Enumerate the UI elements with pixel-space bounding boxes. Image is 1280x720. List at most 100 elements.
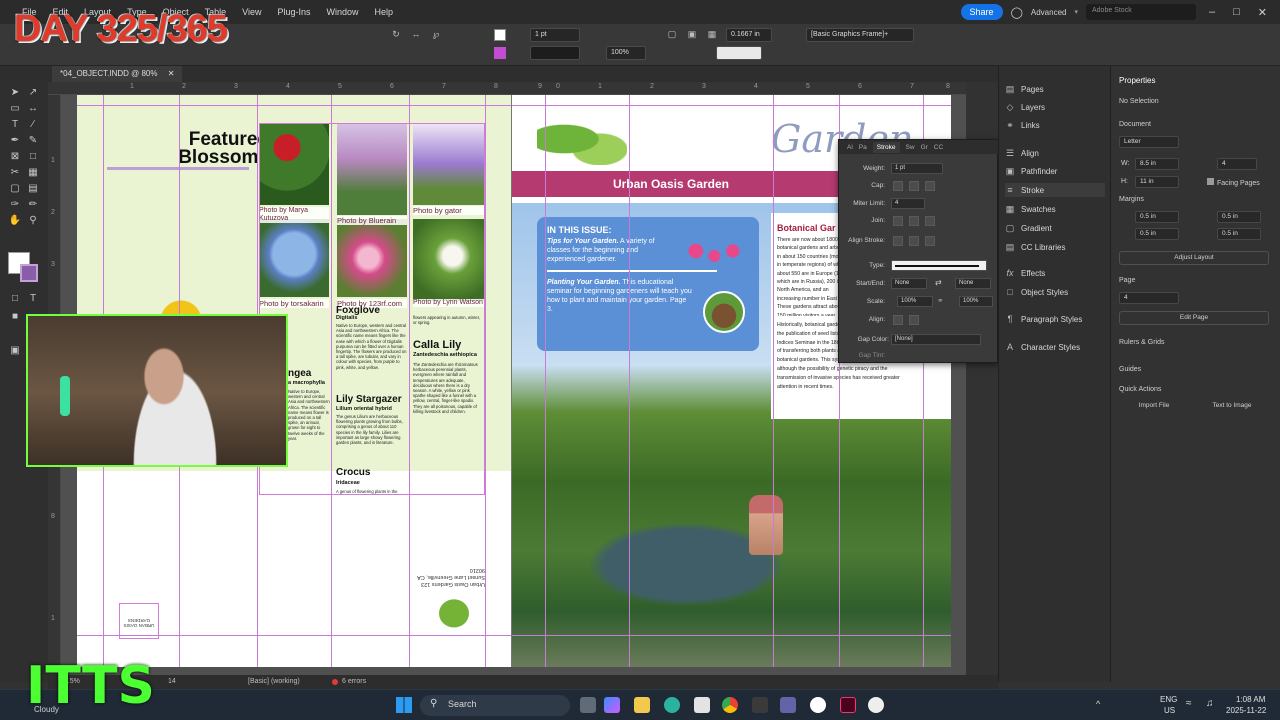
end-select[interactable]: None xyxy=(955,278,991,289)
fitting-field[interactable] xyxy=(716,46,762,60)
panel-effects[interactable]: fx Effects xyxy=(1005,266,1045,280)
selection-tool-icon[interactable]: ➤ xyxy=(8,86,22,100)
tab-gradient-short[interactable]: Gr xyxy=(921,144,928,151)
music-icon[interactable] xyxy=(810,697,826,713)
pencil-tool-icon[interactable]: ✎ xyxy=(26,134,40,148)
page-number-field[interactable]: 14 xyxy=(168,678,176,685)
menu-plug-ins[interactable]: Plug-Ins xyxy=(269,7,318,17)
clock-time[interactable]: 1:08 AM xyxy=(1236,695,1265,704)
menu-window[interactable]: Window xyxy=(319,7,367,17)
apply-color-icon[interactable]: ■ xyxy=(8,310,22,324)
gap-color-select[interactable]: [None] xyxy=(891,334,981,345)
link-icon[interactable]: ⚭ xyxy=(937,296,944,305)
formatting-container-icon[interactable]: □ xyxy=(8,292,22,306)
gutter-field[interactable]: 0.1667 in xyxy=(726,28,772,42)
align-inside-icon[interactable] xyxy=(909,236,919,246)
rectangle-frame-tool-icon[interactable]: ⊠ xyxy=(8,150,22,164)
panel-align[interactable]: ☰ Align xyxy=(1005,146,1039,160)
menu-view[interactable]: View xyxy=(234,7,269,17)
margin-left-field[interactable]: 0.5 in xyxy=(1217,228,1261,240)
stroke-box-icon[interactable] xyxy=(20,264,38,282)
tab-swatches-short[interactable]: Sw xyxy=(906,144,915,151)
butt-cap-icon[interactable] xyxy=(893,181,903,191)
weight-field[interactable]: 1 pt xyxy=(891,163,943,174)
file-explorer-icon[interactable] xyxy=(634,697,650,713)
rectangle-tool-icon[interactable]: □ xyxy=(26,150,40,164)
maximize-icon[interactable]: □ xyxy=(1228,6,1245,18)
object-style-field[interactable]: [Basic Graphics Frame]+ xyxy=(806,28,914,42)
pen-tool-icon[interactable]: ✒ xyxy=(8,134,22,148)
indesign-icon[interactable] xyxy=(840,697,856,713)
panel-pathfinder[interactable]: ▣ Pathfinder xyxy=(1005,164,1058,178)
facing-pages-checkbox[interactable]: Facing Pages xyxy=(1207,178,1260,187)
document-tab[interactable]: *04_OBJECT.INDD @ 80% ✕ xyxy=(52,66,183,82)
start-select[interactable]: None xyxy=(891,278,927,289)
featured-heading[interactable]: Featured Blossoms xyxy=(177,130,269,167)
round-cap-icon[interactable] xyxy=(909,181,919,191)
bevel-join-icon[interactable] xyxy=(925,216,935,226)
import-file-button[interactable]: Import File xyxy=(1119,400,1189,414)
select-container-icon[interactable]: ▢ xyxy=(666,28,678,40)
close-tab-icon[interactable]: ✕ xyxy=(168,69,175,78)
panel-gradient[interactable]: ▢ Gradient xyxy=(1005,221,1052,235)
miter-limit-field[interactable]: 4 xyxy=(891,198,925,209)
gradient-tool-icon[interactable]: ▢ xyxy=(8,182,22,196)
panel-layers[interactable]: ◇ Layers xyxy=(1005,100,1045,114)
share-button[interactable]: Share xyxy=(960,4,1003,20)
flip-icon[interactable]: ↔ xyxy=(410,28,422,40)
taskbar-search[interactable]: ⚲ Search xyxy=(420,695,570,716)
rotate-icon[interactable]: ↻ xyxy=(390,28,402,40)
round-join-icon[interactable] xyxy=(909,216,919,226)
stroke-weight-field[interactable]: 1 pt xyxy=(530,28,580,42)
formatting-text-icon[interactable]: T xyxy=(26,292,40,306)
swap-icon[interactable]: ⇄ xyxy=(935,278,942,287)
bleeding-heart-image[interactable] xyxy=(681,221,755,271)
adjust-layout-button[interactable]: Adjust Layout xyxy=(1119,251,1269,265)
hand-tool-icon[interactable]: ✋ xyxy=(8,214,22,228)
panel-character-styles[interactable]: A Character Styles xyxy=(1005,340,1080,354)
margin-bottom-field[interactable]: 0.5 in xyxy=(1135,228,1179,240)
zoom-tool-icon[interactable]: ⚲ xyxy=(26,214,40,228)
panel-pages[interactable]: ▤ Pages xyxy=(1005,82,1044,96)
copilot-icon[interactable] xyxy=(604,697,620,713)
pages-count-field[interactable]: 4 xyxy=(1217,158,1257,170)
volume-icon[interactable]: ♫ xyxy=(1206,698,1214,709)
projecting-cap-icon[interactable] xyxy=(925,181,935,191)
direct-selection-tool-icon[interactable]: ↗ xyxy=(26,86,40,100)
teams-icon[interactable] xyxy=(780,697,796,713)
preflight-errors[interactable]: 6 errors xyxy=(342,678,366,685)
note-tool-icon[interactable]: ▤ xyxy=(26,182,40,196)
view-mode-icon[interactable]: ▣ xyxy=(8,344,22,358)
horizontal-ruler[interactable]: 1 2 3 4 5 6 7 8 9 0 1 2 3 4 5 6 7 8 xyxy=(48,82,966,95)
mailing-address[interactable]: Urban Oasis Gardens 123 Sunset Lane Gree… xyxy=(413,557,485,587)
free-transform-tool-icon[interactable]: ▦ xyxy=(26,166,40,180)
back-cover-logo[interactable] xyxy=(431,599,477,635)
width-field[interactable]: 8.5 in xyxy=(1135,158,1179,170)
close-icon[interactable]: ✕ xyxy=(1253,6,1272,19)
height-field[interactable]: 11 in xyxy=(1135,176,1179,188)
page-select[interactable]: 4 xyxy=(1119,292,1179,304)
minimize-icon[interactable]: – xyxy=(1204,6,1220,18)
select-content-icon[interactable]: ▣ xyxy=(686,28,698,40)
eyedropper-tool-icon[interactable]: ✑ xyxy=(8,198,22,212)
tray-chevron-icon[interactable]: ^ xyxy=(1096,699,1100,709)
logo-leaf[interactable] xyxy=(537,113,627,165)
edit-page-button[interactable]: Edit Page xyxy=(1119,311,1269,325)
scale-x-field[interactable]: 100% xyxy=(606,46,646,60)
windows-start-icon[interactable] xyxy=(396,697,412,713)
chrome-icon[interactable] xyxy=(722,697,738,713)
store-icon[interactable] xyxy=(694,697,710,713)
line-tool-icon[interactable]: ∕ xyxy=(26,118,40,132)
tab-align-short[interactable]: Al xyxy=(847,144,853,151)
scale-start-field[interactable]: 100% xyxy=(897,296,933,307)
panel-object-styles[interactable]: □ Object Styles xyxy=(1005,285,1068,299)
fill-swatch-icon[interactable] xyxy=(494,29,506,41)
edge-icon[interactable] xyxy=(664,697,680,713)
panel-stroke[interactable]: ≡ Stroke xyxy=(1005,183,1105,197)
miter-join-icon[interactable] xyxy=(893,216,903,226)
align-outside-icon[interactable] xyxy=(925,236,935,246)
postage-box[interactable]: URBAN OASIS GARDENS xyxy=(119,603,159,639)
adobe-stock-search[interactable]: Adobe Stock xyxy=(1086,4,1196,20)
tab-stroke[interactable]: Stroke xyxy=(872,141,900,153)
margin-top-field[interactable]: 0.5 in xyxy=(1135,211,1179,223)
